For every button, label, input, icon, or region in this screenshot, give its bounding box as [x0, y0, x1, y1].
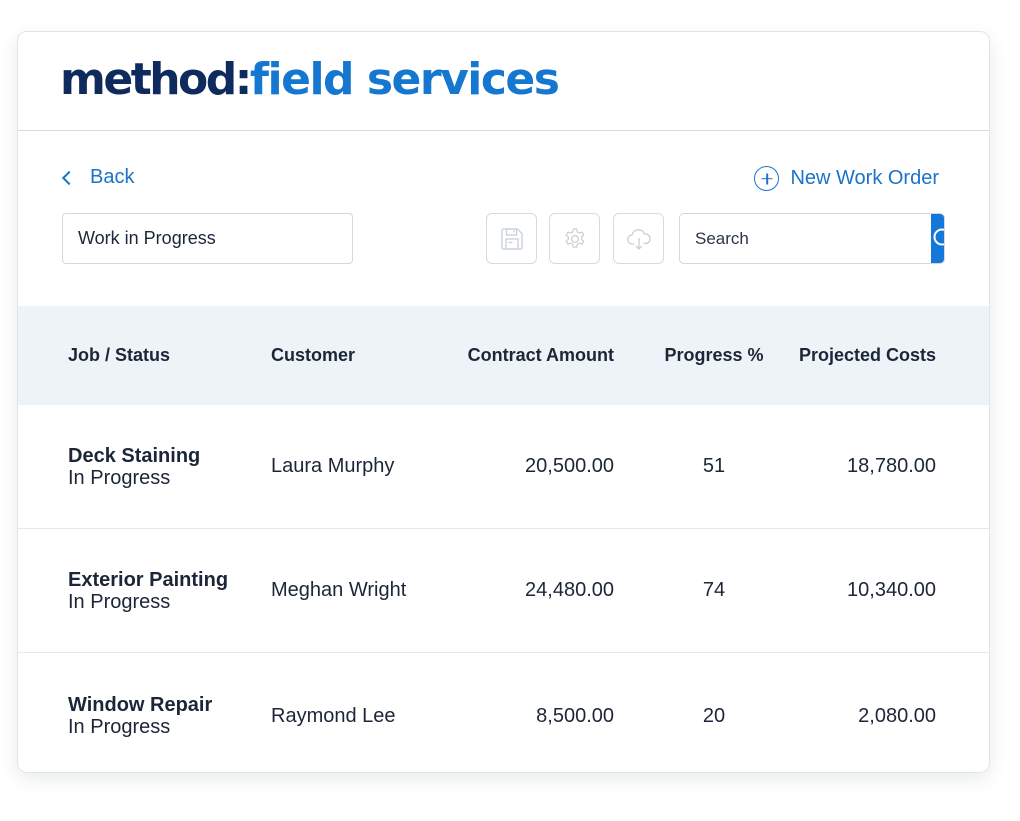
progress-cell: 51 — [702, 455, 726, 477]
logo-method: method: — [60, 54, 252, 105]
projected-costs-cell: 18,780.00 — [847, 455, 936, 477]
save-icon — [500, 227, 523, 250]
logo-field-services: field services — [249, 54, 560, 105]
customer-cell: Laura Murphy — [271, 455, 395, 477]
projected-costs-cell: 2,080.00 — [858, 704, 936, 727]
header-customer[interactable]: Customer — [271, 345, 355, 366]
search-button[interactable] — [931, 214, 944, 263]
cloud-download-icon — [626, 228, 651, 250]
save-button[interactable] — [486, 213, 537, 264]
new-work-order-label: New Work Order — [790, 167, 939, 189]
job-status-cell: Deck Staining In Progress — [68, 445, 200, 489]
table-row[interactable]: Exterior Painting In Progress Meghan Wri… — [18, 529, 989, 653]
job-status-cell: Window Repair In Progress — [68, 694, 212, 738]
progress-cell: 20 — [702, 704, 726, 727]
job-status: In Progress — [68, 466, 171, 489]
brand-logo: method:field services — [60, 54, 560, 106]
gear-icon — [565, 227, 584, 248]
search-box — [679, 213, 945, 264]
work-orders-card: method:field services Back New Work Orde… — [17, 31, 990, 773]
header-projected-costs[interactable]: Projected Costs — [799, 345, 936, 366]
download-button[interactable] — [613, 213, 664, 264]
header-job-status[interactable]: Job / Status — [68, 345, 170, 366]
projected-costs-cell: 10,340.00 — [847, 579, 936, 601]
job-name: Deck Staining — [68, 444, 201, 467]
customer-cell: Meghan Wright — [271, 579, 407, 601]
job-name: Window Repair — [68, 694, 213, 716]
chevron-left-icon — [61, 170, 77, 185]
work-orders-table: Job / Status Customer Contract Amount Pr… — [18, 306, 989, 772]
table-header: Job / Status Customer Contract Amount Pr… — [18, 306, 989, 405]
new-work-order-button[interactable]: New Work Order — [754, 166, 939, 191]
settings-button[interactable] — [549, 213, 600, 264]
job-status: In Progress — [68, 590, 171, 613]
header-contract-amount[interactable]: Contract Amount — [468, 345, 614, 366]
app-header: method:field services — [18, 32, 989, 131]
back-label: Back — [90, 166, 135, 188]
back-link[interactable]: Back — [61, 166, 135, 189]
view-filter-select[interactable]: Work in Progress — [62, 213, 353, 264]
table-row[interactable]: Window Repair In Progress Raymond Lee 8,… — [18, 653, 989, 772]
contract-amount-cell: 24,480.00 — [525, 579, 614, 601]
header-progress[interactable]: Progress % — [664, 345, 764, 366]
job-status: In Progress — [68, 716, 171, 738]
search-input[interactable] — [680, 214, 931, 263]
search-icon — [933, 228, 944, 245]
table-row[interactable]: Deck Staining In Progress Laura Murphy 2… — [18, 405, 989, 529]
plus-circle-icon — [754, 166, 780, 191]
job-status-cell: Exterior Painting In Progress — [68, 569, 228, 613]
view-filter-value: Work in Progress — [78, 228, 216, 248]
customer-cell: Raymond Lee — [271, 704, 396, 727]
job-name: Exterior Painting — [68, 568, 229, 591]
progress-cell: 74 — [702, 579, 726, 601]
contract-amount-cell: 20,500.00 — [525, 455, 614, 477]
contract-amount-cell: 8,500.00 — [536, 704, 614, 727]
